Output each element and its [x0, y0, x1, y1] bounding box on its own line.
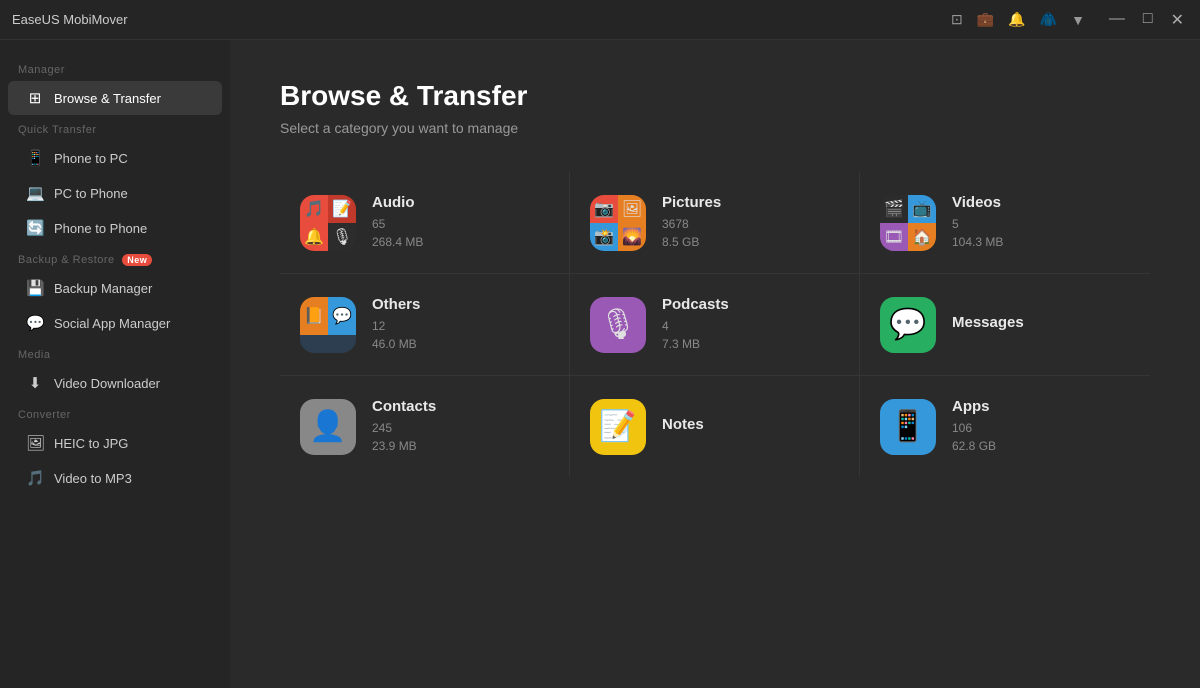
- contacts-info: Contacts 24523.9 MB: [372, 398, 549, 455]
- device-icon[interactable]: ⊡: [951, 11, 963, 28]
- podcasts-name: Podcasts: [662, 296, 839, 313]
- browse-transfer-icon: ⊞: [26, 89, 44, 107]
- category-card-messages[interactable]: 💬 Messages: [860, 274, 1150, 376]
- pictures-icon: 📷 🖼 📸 🌄: [590, 195, 646, 251]
- sidebar-item-label: Backup Manager: [54, 281, 152, 296]
- new-badge: New: [122, 254, 152, 266]
- audio-name: Audio: [372, 194, 549, 211]
- messages-info: Messages: [952, 314, 1130, 335]
- category-card-videos[interactable]: 🎬 📺 🎞 🏠 Videos 5104.3 MB: [860, 172, 1150, 274]
- notes-icon: 📝: [590, 399, 646, 455]
- notes-name: Notes: [662, 416, 839, 433]
- videos-icon: 🎬 📺 🎞 🏠: [880, 195, 936, 251]
- apps-info: Apps 10662.8 GB: [952, 398, 1130, 455]
- minimize-button[interactable]: —: [1105, 10, 1129, 30]
- category-card-apps[interactable]: 📱 Apps 10662.8 GB: [860, 376, 1150, 477]
- heic-icon: 🖼: [26, 434, 44, 452]
- category-card-audio[interactable]: 🎵 📝 🔔 🎙 Audio 65268.4 MB: [280, 172, 570, 274]
- podcasts-count: 47.3 MB: [662, 317, 839, 353]
- pictures-count: 36788.5 GB: [662, 215, 839, 251]
- pictures-info: Pictures 36788.5 GB: [662, 194, 839, 251]
- contacts-count: 24523.9 MB: [372, 419, 549, 455]
- video-to-mp3-icon: 🎵: [26, 469, 44, 487]
- bell-icon[interactable]: 🔔: [1008, 11, 1025, 28]
- sidebar-item-backup-manager[interactable]: 💾 Backup Manager: [8, 271, 222, 305]
- sidebar-item-label: Phone to PC: [54, 151, 128, 166]
- sidebar-item-browse-transfer[interactable]: ⊞ Browse & Transfer: [8, 81, 222, 115]
- apps-name: Apps: [952, 398, 1130, 415]
- pictures-name: Pictures: [662, 194, 839, 211]
- phone-to-pc-icon: 📱: [26, 149, 44, 167]
- sidebar-item-label: Phone to Phone: [54, 221, 147, 236]
- converter-section-label: Converter: [0, 401, 230, 425]
- messages-name: Messages: [952, 314, 1130, 331]
- hanger-icon[interactable]: 🧥: [1040, 11, 1057, 28]
- category-card-others[interactable]: 📙 💬 Others 1246.0 MB: [280, 274, 570, 376]
- apps-icon: 📱: [880, 399, 936, 455]
- category-card-pictures[interactable]: 📷 🖼 📸 🌄 Pictures 36788.5 GB: [570, 172, 860, 274]
- messages-icon: 💬: [880, 297, 936, 353]
- audio-info: Audio 65268.4 MB: [372, 194, 549, 251]
- sidebar-item-label: Video Downloader: [54, 376, 160, 391]
- main-content: Browse & Transfer Select a category you …: [230, 40, 1200, 688]
- others-icon: 📙 💬: [300, 297, 356, 353]
- sidebar-item-phone-to-phone[interactable]: 🔄 Phone to Phone: [8, 211, 222, 245]
- phone-to-phone-icon: 🔄: [26, 219, 44, 237]
- page-title: Browse & Transfer: [280, 80, 1150, 112]
- apps-count: 10662.8 GB: [952, 419, 1130, 455]
- sidebar-item-label: Browse & Transfer: [54, 91, 161, 106]
- backup-section-label: Backup & Restore New: [0, 246, 230, 270]
- contacts-icon: 👤: [300, 399, 356, 455]
- video-downloader-icon: ⬇: [26, 374, 44, 392]
- contacts-name: Contacts: [372, 398, 549, 415]
- backup-manager-icon: 💾: [26, 279, 44, 297]
- category-grid: 🎵 📝 🔔 🎙 Audio 65268.4 MB 📷 🖼 📸 🌄: [280, 172, 1150, 477]
- others-info: Others 1246.0 MB: [372, 296, 549, 353]
- manager-section-label: Manager: [0, 56, 230, 80]
- others-count: 1246.0 MB: [372, 317, 549, 353]
- sidebar-item-social-app-manager[interactable]: 💬 Social App Manager: [8, 306, 222, 340]
- sidebar-item-heic-to-jpg[interactable]: 🖼 HEIC to JPG: [8, 426, 222, 460]
- videos-count: 5104.3 MB: [952, 215, 1130, 251]
- podcasts-icon: 🎙: [590, 297, 646, 353]
- quick-transfer-section-label: Quick Transfer: [0, 116, 230, 140]
- notes-info: Notes: [662, 416, 839, 437]
- sidebar-item-label: Video to MP3: [54, 471, 132, 486]
- maximize-button[interactable]: □: [1139, 10, 1157, 30]
- window-controls: — □ ✕: [1105, 10, 1188, 30]
- others-name: Others: [372, 296, 549, 313]
- titlebar-controls: ⊡ 💼 🔔 🧥 ▼ — □ ✕: [951, 10, 1188, 30]
- category-card-contacts[interactable]: 👤 Contacts 24523.9 MB: [280, 376, 570, 477]
- briefcase-icon[interactable]: 💼: [977, 11, 994, 28]
- category-card-notes[interactable]: 📝 Notes: [570, 376, 860, 477]
- podcasts-info: Podcasts 47.3 MB: [662, 296, 839, 353]
- social-app-icon: 💬: [26, 314, 44, 332]
- sidebar-item-label: HEIC to JPG: [54, 436, 128, 451]
- category-card-podcasts[interactable]: 🎙 Podcasts 47.3 MB: [570, 274, 860, 376]
- pc-to-phone-icon: 💻: [26, 184, 44, 202]
- media-section-label: Media: [0, 341, 230, 365]
- app-body: Manager ⊞ Browse & Transfer Quick Transf…: [0, 40, 1200, 688]
- sidebar-item-pc-to-phone[interactable]: 💻 PC to Phone: [8, 176, 222, 210]
- videos-name: Videos: [952, 194, 1130, 211]
- dropdown-icon[interactable]: ▼: [1071, 12, 1085, 28]
- sidebar-item-video-downloader[interactable]: ⬇ Video Downloader: [8, 366, 222, 400]
- sidebar: Manager ⊞ Browse & Transfer Quick Transf…: [0, 40, 230, 688]
- sidebar-item-phone-to-pc[interactable]: 📱 Phone to PC: [8, 141, 222, 175]
- sidebar-item-label: Social App Manager: [54, 316, 170, 331]
- titlebar: EaseUS MobiMover ⊡ 💼 🔔 🧥 ▼ — □ ✕: [0, 0, 1200, 40]
- audio-icon: 🎵 📝 🔔 🎙: [300, 195, 356, 251]
- app-title: EaseUS MobiMover: [12, 12, 128, 27]
- sidebar-item-label: PC to Phone: [54, 186, 128, 201]
- close-button[interactable]: ✕: [1167, 10, 1188, 30]
- sidebar-item-video-to-mp3[interactable]: 🎵 Video to MP3: [8, 461, 222, 495]
- audio-count: 65268.4 MB: [372, 215, 549, 251]
- videos-info: Videos 5104.3 MB: [952, 194, 1130, 251]
- page-subtitle: Select a category you want to manage: [280, 120, 1150, 136]
